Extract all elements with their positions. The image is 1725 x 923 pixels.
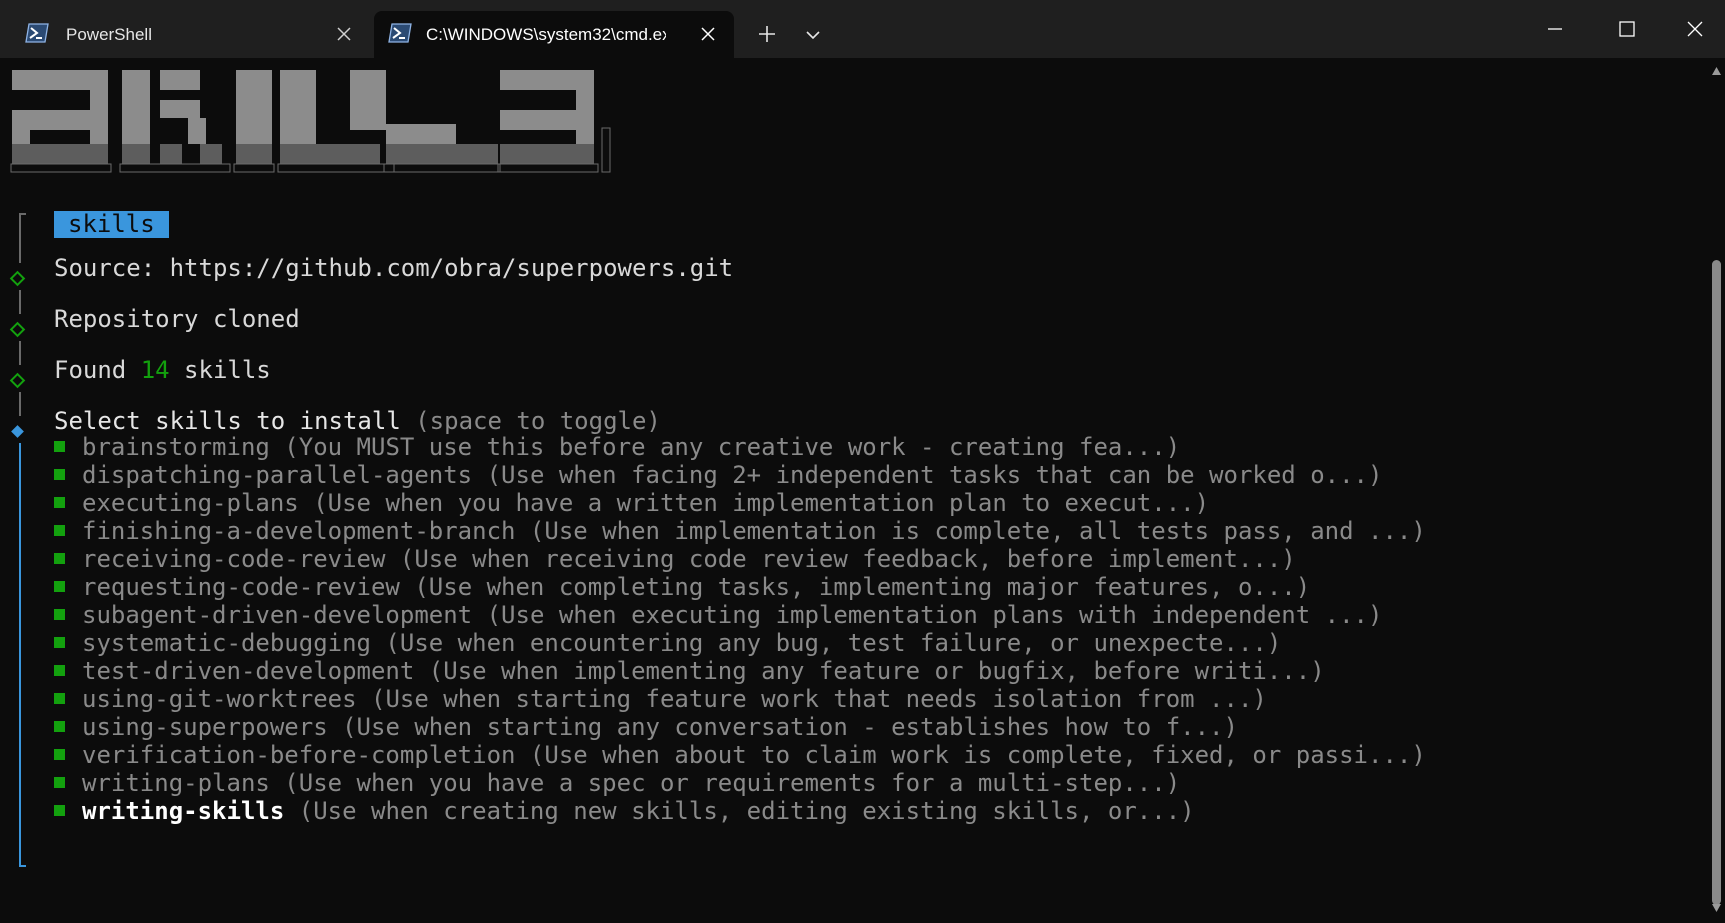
skill-name: test-driven-development (82, 657, 415, 685)
skill-description: (Use when starting any conversation - es… (327, 713, 1238, 741)
maximize-icon[interactable] (1612, 14, 1642, 44)
chevron-down-icon[interactable] (800, 22, 826, 48)
scroll-down-arrow-icon[interactable] (1711, 903, 1722, 913)
check-diamond-icon (9, 270, 26, 287)
select-hint: (space to toggle) (400, 407, 661, 435)
skill-option-executing-plans[interactable]: executing-plans (Use when you have a wri… (54, 489, 1209, 517)
skill-option-test-driven-development[interactable]: test-driven-development (Use when implem… (54, 657, 1325, 685)
selected-checkbox-icon[interactable] (54, 441, 65, 452)
selected-checkbox-icon[interactable] (54, 497, 65, 508)
skill-option-receiving-code-review[interactable]: receiving-code-review (Use when receivin… (54, 545, 1296, 573)
found-skills-line: Found 14 skills (54, 356, 271, 384)
skill-description: (Use when facing 2+ independent tasks th… (472, 461, 1383, 489)
skills-banner-logo (10, 70, 611, 173)
skill-option-writing-plans[interactable]: writing-plans (Use when you have a spec … (54, 769, 1180, 797)
skill-description: (Use when executing implementation plans… (472, 601, 1383, 629)
selected-checkbox-icon[interactable] (54, 581, 65, 592)
scroll-thumb[interactable] (1712, 260, 1721, 905)
minimize-icon[interactable] (1540, 14, 1570, 44)
skill-description: (Use when creating new skills, editing e… (284, 797, 1195, 825)
found-suffix: skills (169, 356, 271, 384)
scrollbar[interactable] (1708, 58, 1725, 923)
skill-option-brainstorming[interactable]: brainstorming (You MUST use this before … (54, 433, 1180, 461)
tab-label: C:\WINDOWS\system32\cmd.exe (426, 25, 666, 44)
found-count: 14 (140, 356, 170, 384)
skill-name: brainstorming (82, 433, 270, 461)
skill-description: (Use when completing tasks, implementing… (399, 573, 1311, 601)
skill-name: writing-skills (82, 797, 285, 825)
skill-description: (Use when you have a spec or requirement… (269, 769, 1181, 797)
select-prompt: Select skills to install (space to toggl… (54, 407, 661, 435)
skill-option-requesting-code-review[interactable]: requesting-code-review (Use when complet… (54, 573, 1310, 601)
terminal-output[interactable]: skills Source: https://github.com/obra/s… (0, 58, 1708, 923)
selected-checkbox-icon[interactable] (54, 609, 65, 620)
skill-name: using-git-worktrees (82, 685, 357, 713)
skill-description: (Use when you have a written implementat… (298, 489, 1210, 517)
skill-description: (Use when encountering any bug, test fai… (370, 629, 1282, 657)
selected-checkbox-icon[interactable] (54, 721, 65, 732)
skill-description: (Use when starting feature work that nee… (356, 685, 1267, 713)
skill-name: subagent-driven-development (82, 601, 473, 629)
tab-powershell[interactable]: PowerShell (0, 11, 372, 58)
repository-cloned-line: Repository cloned (54, 305, 300, 333)
skill-description: (Use when implementation is complete, al… (515, 517, 1426, 545)
tab-label: PowerShell (66, 25, 152, 44)
skill-option-systematic-debugging[interactable]: systematic-debugging (Use when encounter… (54, 629, 1281, 657)
skill-name: writing-plans (82, 769, 270, 797)
window-close-icon[interactable] (1680, 14, 1710, 44)
active-diamond-icon (11, 425, 24, 438)
selected-checkbox-icon[interactable] (54, 777, 65, 788)
skill-option-finishing-a-development-branch[interactable]: finishing-a-development-branch (Use when… (54, 517, 1426, 545)
close-icon[interactable] (700, 26, 716, 42)
skill-name: requesting-code-review (82, 573, 400, 601)
skill-name: executing-plans (82, 489, 299, 517)
skill-description: (Use when receiving code review feedback… (385, 545, 1296, 573)
title-bar: PowerShell C:\WINDOWS\system32\cmd.exe (0, 0, 1725, 58)
close-icon[interactable] (336, 26, 352, 42)
skill-option-using-superpowers[interactable]: using-superpowers (Use when starting any… (54, 713, 1238, 741)
powershell-icon (388, 23, 412, 43)
found-prefix: Found (54, 356, 141, 384)
selected-checkbox-icon[interactable] (54, 525, 65, 536)
terminal-window: PowerShell C:\WINDOWS\system32\cmd.exe s… (0, 0, 1725, 923)
selected-checkbox-icon[interactable] (54, 553, 65, 564)
skill-description: (You MUST use this before any creative w… (269, 433, 1181, 461)
skill-option-subagent-driven-development[interactable]: subagent-driven-development (Use when ex… (54, 601, 1382, 629)
progress-gutter (9, 213, 26, 867)
skill-description: (Use when implementing any feature or bu… (414, 657, 1325, 685)
check-diamond-icon (9, 372, 26, 389)
selected-checkbox-icon[interactable] (54, 637, 65, 648)
skill-description: (Use when about to claim work is complet… (515, 741, 1426, 769)
source-line: Source: https://github.com/obra/superpow… (54, 254, 734, 282)
selected-checkbox-icon[interactable] (54, 469, 65, 480)
skill-name: finishing-a-development-branch (82, 517, 516, 545)
skill-option-writing-skills[interactable]: writing-skills (Use when creating new sk… (54, 797, 1195, 825)
scroll-up-arrow-icon[interactable] (1711, 66, 1722, 76)
skill-option-dispatching-parallel-agents[interactable]: dispatching-parallel-agents (Use when fa… (54, 461, 1382, 489)
check-diamond-icon (9, 321, 26, 338)
skill-option-using-git-worktrees[interactable]: using-git-worktrees (Use when starting f… (54, 685, 1267, 713)
skill-name: receiving-code-review (82, 545, 386, 573)
skill-name: systematic-debugging (82, 629, 371, 657)
skill-name: using-superpowers (82, 713, 328, 741)
selected-checkbox-icon[interactable] (54, 693, 65, 704)
skill-name: dispatching-parallel-agents (82, 461, 473, 489)
skill-option-verification-before-completion[interactable]: verification-before-completion (Use when… (54, 741, 1426, 769)
powershell-icon (25, 23, 49, 43)
skill-name: verification-before-completion (82, 741, 516, 769)
plus-icon[interactable] (753, 20, 781, 48)
selected-checkbox-icon[interactable] (54, 665, 65, 676)
skills-badge: skills (54, 211, 169, 238)
select-title: Select skills to install (54, 407, 401, 435)
selected-checkbox-icon[interactable] (54, 805, 65, 816)
tab-cmd[interactable]: C:\WINDOWS\system32\cmd.exe (374, 11, 734, 58)
selected-checkbox-icon[interactable] (54, 749, 65, 760)
